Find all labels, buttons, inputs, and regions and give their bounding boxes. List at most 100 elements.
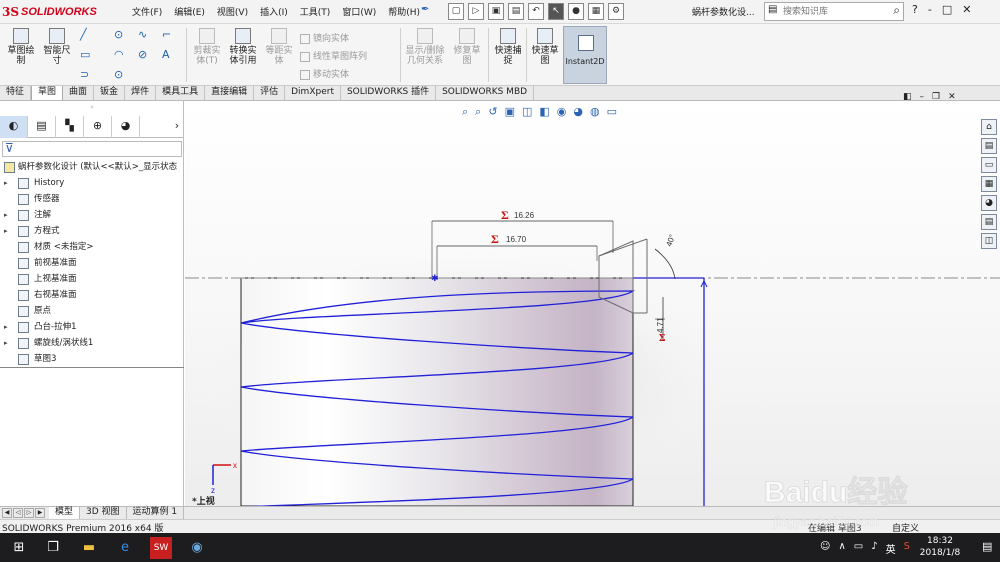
slot-icon[interactable]: ⊃ xyxy=(80,68,89,81)
people-icon[interactable]: ☺ xyxy=(820,541,830,556)
tab-motion-study[interactable]: 运动算例 1 xyxy=(127,507,185,519)
feature-tree-tab-icon[interactable]: ◐ xyxy=(0,116,28,138)
tree-item[interactable]: 前视基准面 xyxy=(0,255,184,271)
cylinder-body[interactable] xyxy=(240,277,634,506)
dim-height-value[interactable]: 4.71 xyxy=(656,317,665,333)
solidworks-taskbar-icon[interactable]: SW xyxy=(150,537,172,559)
undo-icon[interactable]: ↶ xyxy=(528,3,544,20)
spline-icon[interactable]: ∿ xyxy=(138,28,147,41)
new-doc-icon[interactable]: ▢ xyxy=(448,3,464,20)
cm-tab-9[interactable]: SOLIDWORKS 插件 xyxy=(341,86,437,100)
viewport-restore-icon[interactable]: ◧ xyxy=(903,92,912,102)
cm-tab-7[interactable]: 评估 xyxy=(254,86,286,100)
display-style-icon[interactable]: ◉ xyxy=(557,105,567,119)
rectangle-icon[interactable]: ▭ xyxy=(80,48,90,61)
tree-item[interactable]: ▸ 螺旋线/涡状线1 xyxy=(0,335,184,351)
save-icon[interactable]: ▣ xyxy=(488,3,504,20)
expand-arrow-icon[interactable]: ▸ xyxy=(4,223,8,239)
sogou-icon[interactable]: S xyxy=(904,541,910,556)
text-icon[interactable]: A xyxy=(162,48,170,61)
cm-tab-4[interactable]: 焊件 xyxy=(125,86,157,100)
viewport-minimize-icon[interactable]: – xyxy=(920,92,925,102)
sketch-button[interactable]: 草图绘 制 xyxy=(4,28,38,66)
tree-item[interactable]: ▸ History xyxy=(0,175,184,191)
open-icon[interactable]: ▷ xyxy=(468,3,484,20)
clock[interactable]: 18:32 2018/1/8 xyxy=(912,535,968,559)
mirror-entities-button[interactable]: 镜向实体 xyxy=(300,31,349,44)
prev-tab-icon[interactable]: ◁ xyxy=(13,508,23,518)
quick-snaps-button[interactable]: 快速捕 捉 xyxy=(491,28,525,66)
zoom-area-icon[interactable]: ⌕ xyxy=(475,105,481,119)
tree-item[interactable]: 原点 xyxy=(0,303,184,319)
ime-indicator[interactable]: 英 xyxy=(886,541,896,556)
menu-insert[interactable]: 插入(I) xyxy=(260,5,288,18)
search-icon[interactable]: ⌕ xyxy=(893,3,900,18)
menu-edit[interactable]: 编辑(E) xyxy=(174,5,205,18)
graphics-area[interactable]: Σ 16.26 Σ 16.70 40° Σ 4.71 ✱ x z xyxy=(185,101,1000,506)
polygon-icon[interactable]: ⊙ xyxy=(114,68,123,81)
chevron-right-icon[interactable]: › xyxy=(170,116,184,137)
display-manager-tab-icon[interactable]: ◕ xyxy=(112,116,140,138)
minimize-button[interactable]: - xyxy=(928,3,932,16)
options-gear-icon[interactable]: ⚙ xyxy=(608,3,624,20)
task-view-icon[interactable]: ❐ xyxy=(42,537,64,559)
close-button[interactable]: ✕ xyxy=(962,3,971,16)
viewport-close-icon[interactable]: ✕ xyxy=(948,92,956,102)
scene-icon[interactable]: ◍ xyxy=(590,105,600,119)
knowledge-search[interactable]: ▤ ⌕ xyxy=(764,2,904,21)
print-icon[interactable]: ▤ xyxy=(508,3,524,20)
tree-item[interactable]: 草图3 xyxy=(0,351,184,367)
tray-expand-icon[interactable]: ∧ xyxy=(838,541,845,556)
last-tab-icon[interactable]: ▶ xyxy=(35,508,45,518)
convert-entities-button[interactable]: 转换实 体引用 xyxy=(226,28,260,66)
pin-icon[interactable]: ✒ xyxy=(421,4,429,15)
file-explorer-icon[interactable]: ▭ xyxy=(981,157,997,173)
tree-root[interactable]: 蜗杆参数化设计 (默认<<默认>_显示状态 xyxy=(0,159,184,175)
tree-item[interactable]: ▸ 凸台-拉伸1 xyxy=(0,319,184,335)
line-icon[interactable]: ╱ xyxy=(80,28,87,41)
expand-arrow-icon[interactable]: ▸ xyxy=(4,207,8,223)
linear-pattern-button[interactable]: 线性草图阵列 xyxy=(300,49,367,62)
menu-help[interactable]: 帮助(H) xyxy=(388,5,420,18)
menu-file[interactable]: 文件(F) xyxy=(132,5,162,18)
expand-arrow-icon[interactable]: ▸ xyxy=(4,319,8,335)
previous-view-icon[interactable]: ↺ xyxy=(488,105,497,119)
property-manager-tab-icon[interactable]: ▤ xyxy=(28,116,56,138)
view-palette-icon[interactable]: ▦ xyxy=(981,176,997,192)
tree-item[interactable]: ▸ 方程式 xyxy=(0,223,184,239)
expand-arrow-icon[interactable]: ▸ xyxy=(4,335,8,351)
file-explorer-taskbar-icon[interactable]: ▬ xyxy=(78,537,100,559)
notification-icon[interactable]: ▤ xyxy=(982,540,992,553)
viewport-maximize-icon[interactable]: ❐ xyxy=(932,92,940,102)
cm-tab-10[interactable]: SOLIDWORKS MBD xyxy=(436,86,535,100)
edge-icon[interactable]: e xyxy=(114,537,136,559)
tree-item[interactable]: 上视基准面 xyxy=(0,271,184,287)
dim-mid-value[interactable]: 16.70 xyxy=(506,235,527,244)
view-orientation-icon[interactable]: ◧ xyxy=(539,105,549,119)
model-view[interactable]: Σ 16.26 Σ 16.70 40° Σ 4.71 ✱ x z xyxy=(185,101,1000,506)
display-relations-button[interactable]: 显示/删除 几何关系 xyxy=(404,28,446,66)
ellipse-icon[interactable]: ⊘ xyxy=(138,48,147,61)
menu-window[interactable]: 窗口(W) xyxy=(342,5,376,18)
move-entities-button[interactable]: 移动实体 xyxy=(300,67,349,80)
tree-item[interactable]: ▸ 注解 xyxy=(0,207,184,223)
cm-tab-1[interactable]: 草图 xyxy=(31,86,64,100)
file-props-icon[interactable]: ▦ xyxy=(588,3,604,20)
tab-3d-views[interactable]: 3D 视图 xyxy=(80,507,127,519)
search-input[interactable] xyxy=(783,5,883,18)
dim-top-value[interactable]: 16.26 xyxy=(514,211,535,220)
traffic-light-icon[interactable]: ● xyxy=(568,3,584,20)
rapid-sketch-button[interactable]: 快速草 图 xyxy=(528,28,562,66)
appearance-icon[interactable]: ◕ xyxy=(573,105,583,119)
cm-tab-6[interactable]: 直接编辑 xyxy=(205,86,255,100)
solidworks-logo[interactable]: 3S SOLIDWORKS xyxy=(2,3,112,21)
dimxpert-tab-icon[interactable]: ⊕ xyxy=(84,116,112,138)
circle-icon[interactable]: ⊙ xyxy=(114,28,123,41)
view-settings-icon[interactable]: ▭ xyxy=(607,105,617,119)
tree-filter[interactable]: ⊽ xyxy=(2,141,182,157)
fillet-icon[interactable]: ⌐ xyxy=(162,28,171,41)
cm-tab-5[interactable]: 模具工具 xyxy=(156,86,206,100)
panel-grip[interactable]: ◦ xyxy=(0,103,184,113)
section-view-icon[interactable]: ▣ xyxy=(505,105,515,119)
custom-properties-icon[interactable]: ▤ xyxy=(981,214,997,230)
